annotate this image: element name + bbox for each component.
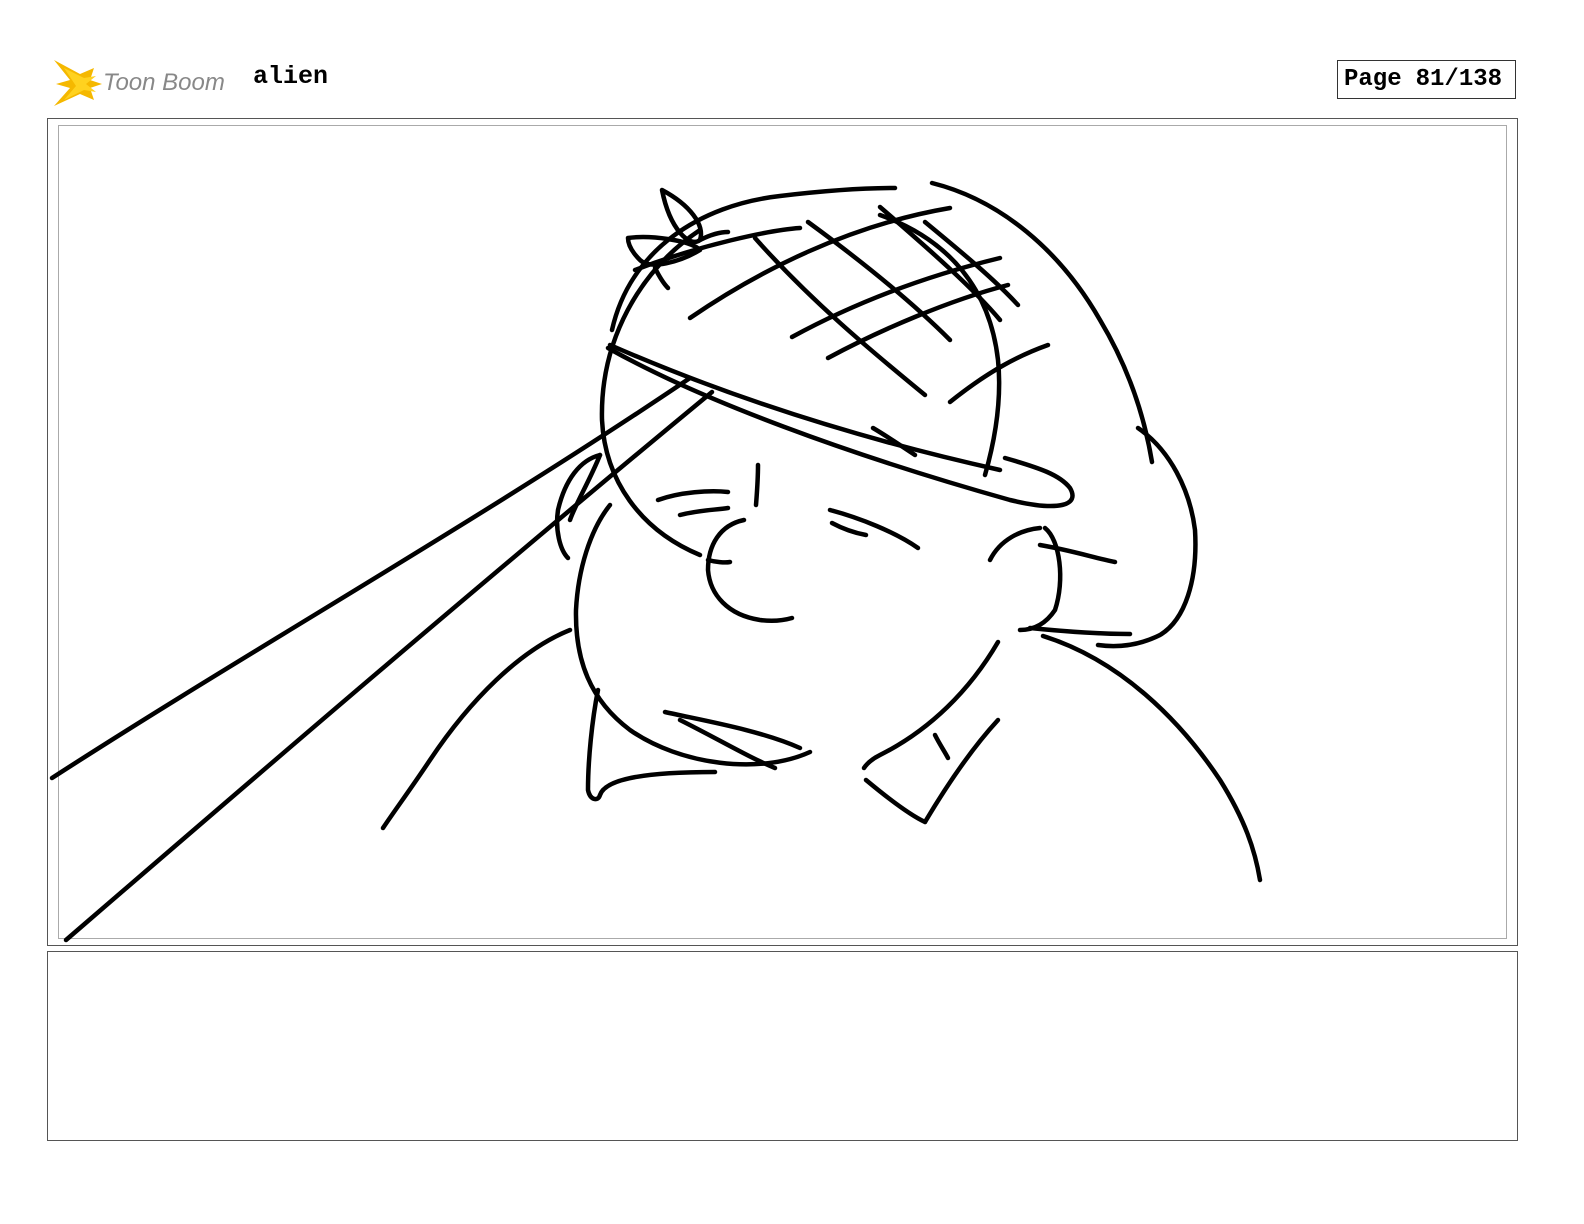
panel-notes-box xyxy=(47,951,1518,1141)
